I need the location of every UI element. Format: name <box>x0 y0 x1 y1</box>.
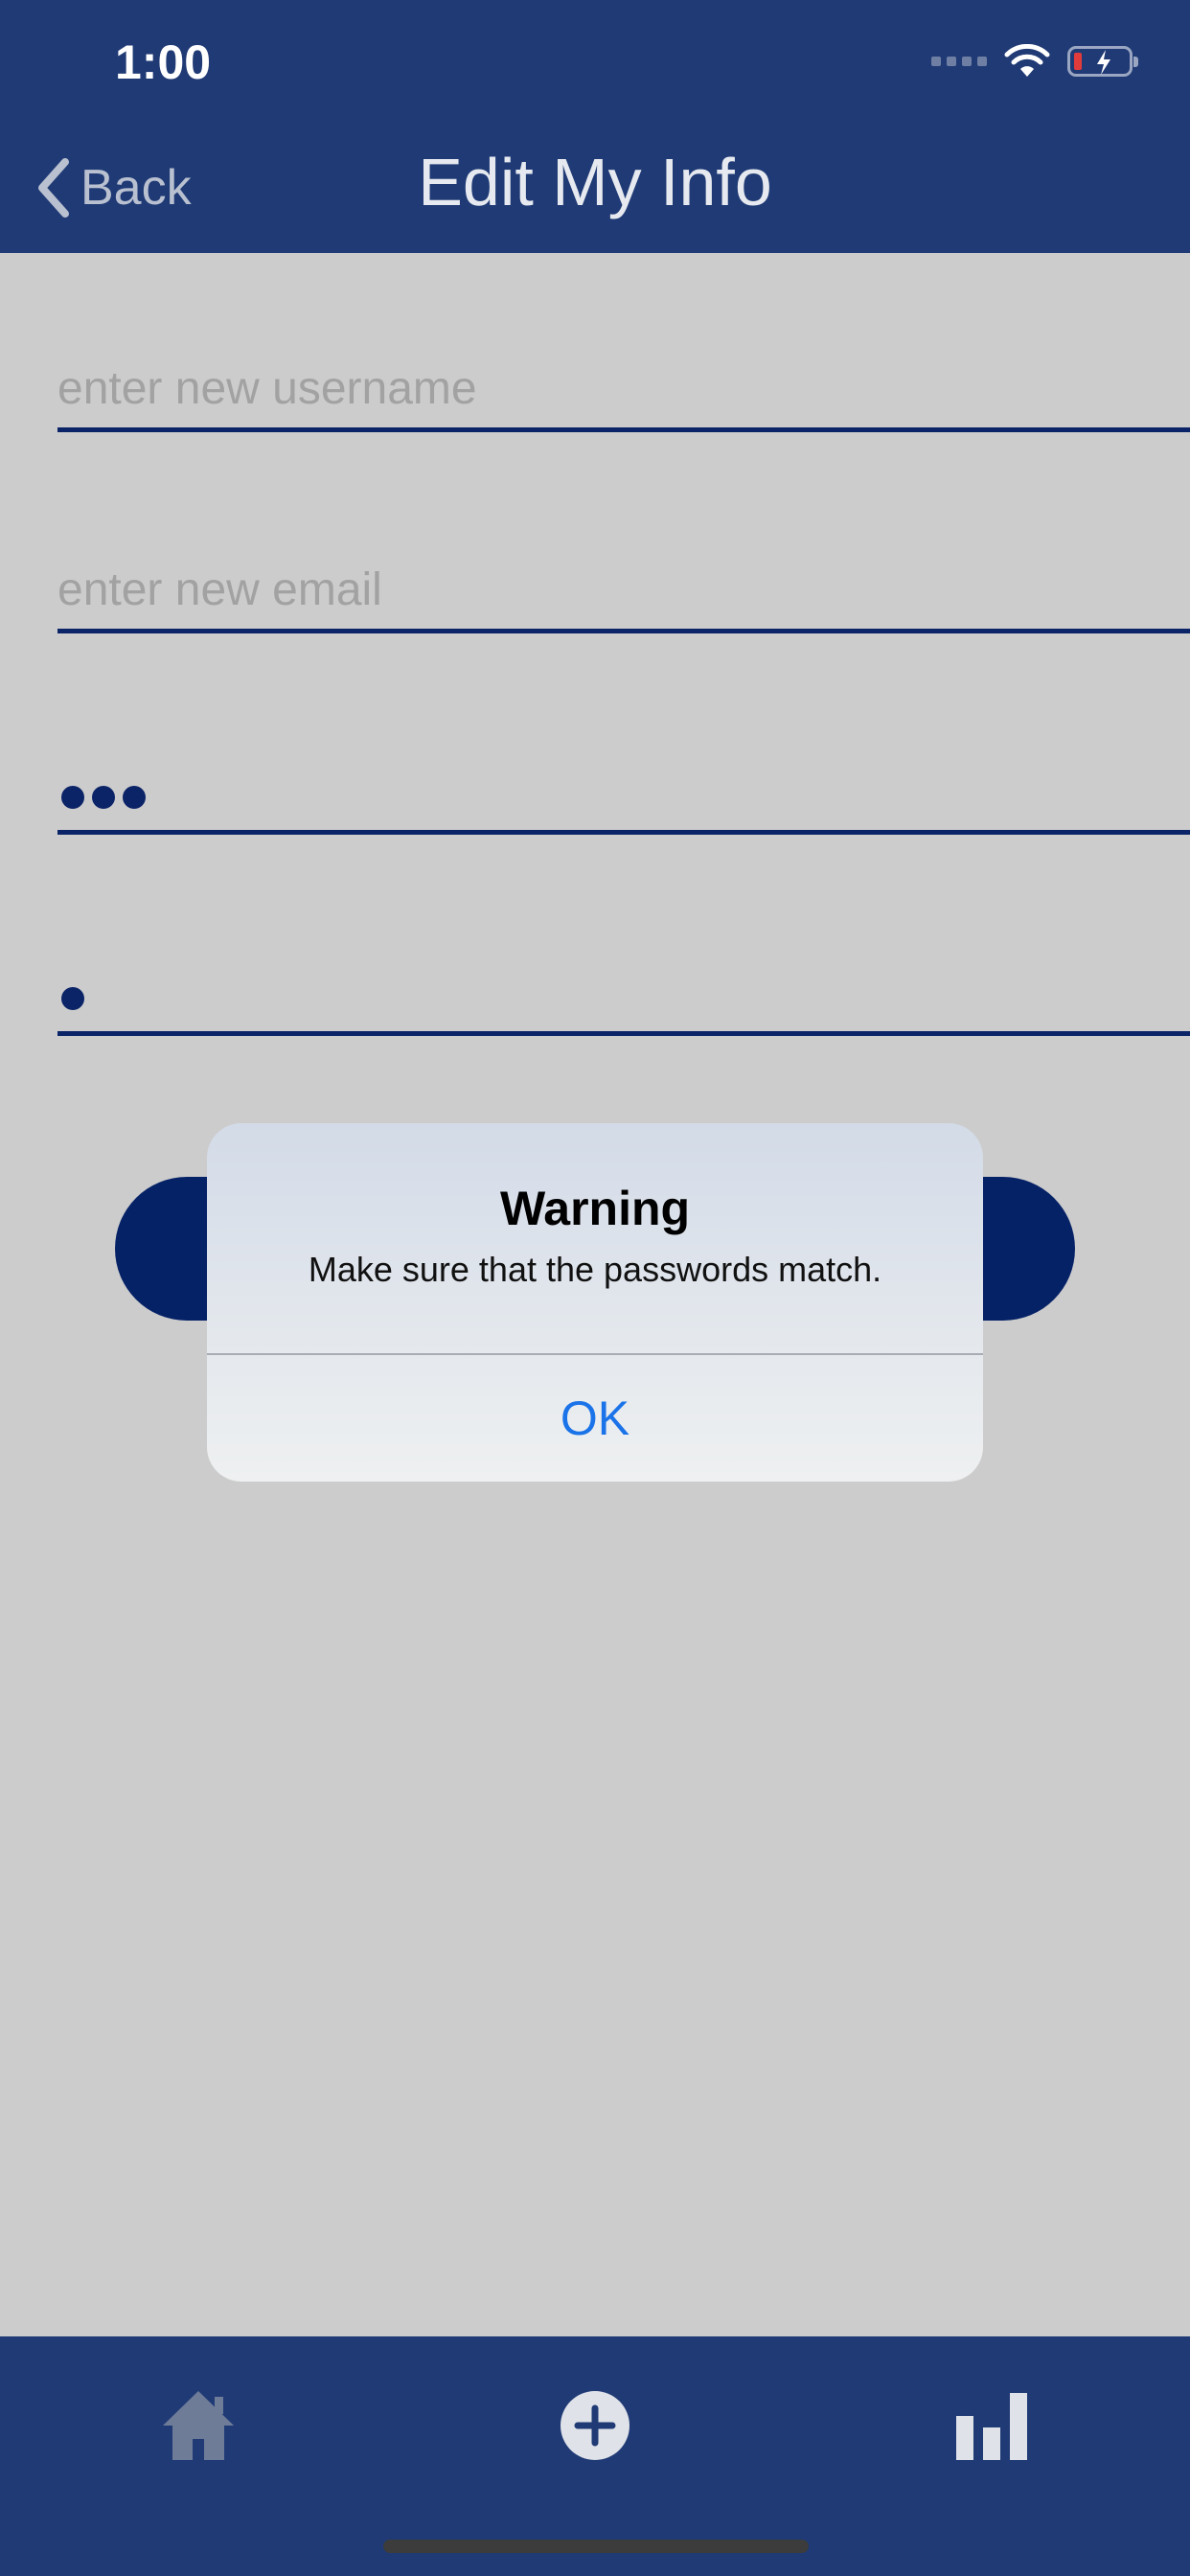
tab-home[interactable] <box>155 2382 241 2469</box>
alert-title: Warning <box>499 1182 691 1235</box>
home-icon <box>163 2391 234 2460</box>
alert-message: Make sure that the passwords match. <box>308 1250 882 1289</box>
alert-ok-button[interactable]: OK <box>207 1355 983 1482</box>
tab-stats[interactable] <box>949 2382 1035 2469</box>
bar-chart-icon <box>956 2393 1027 2460</box>
tab-add[interactable] <box>552 2382 638 2469</box>
add-circle-icon <box>561 2391 629 2460</box>
home-indicator <box>383 2540 809 2553</box>
alert-dialog: Warning Make sure that the passwords mat… <box>207 1123 983 1482</box>
